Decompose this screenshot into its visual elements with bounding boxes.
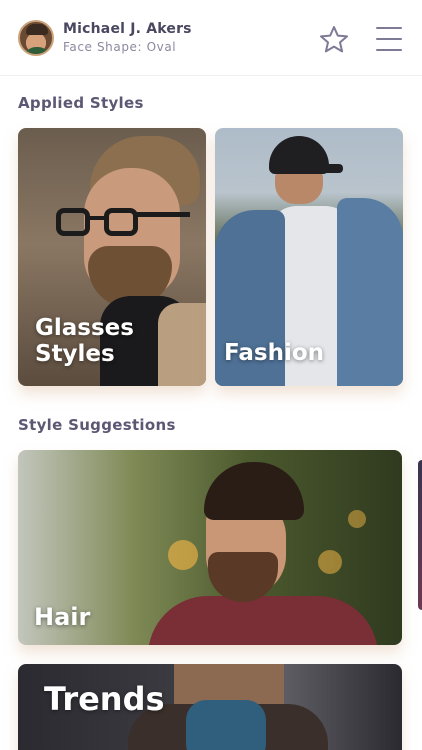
favorite-button[interactable] <box>318 24 350 56</box>
trends-label: Trends <box>44 680 165 718</box>
photo-bokeh <box>168 540 198 570</box>
trends-suggestion-card[interactable]: Trends <box>18 664 402 750</box>
glasses-arm <box>136 212 190 217</box>
fashion-label: Fashion <box>224 340 325 366</box>
hamburger-menu-icon <box>376 38 402 40</box>
photo-bokeh <box>348 510 366 528</box>
photo-cap-brim <box>311 164 343 173</box>
photo-bokeh <box>318 550 342 574</box>
glasses-bridge <box>88 216 106 220</box>
glasses-lens <box>56 208 90 236</box>
photo-scarf <box>186 700 266 750</box>
photo-jacket-right <box>337 198 403 386</box>
user-avatar[interactable] <box>18 19 54 56</box>
user-info: Michael J. Akers Face Shape: Oval <box>63 21 192 54</box>
fashion-card[interactable]: Fashion <box>215 128 403 386</box>
glasses-styles-label: Glasses Styles <box>35 315 134 368</box>
star-outline-icon <box>320 26 348 53</box>
photo-beard <box>208 552 278 602</box>
glasses-label-line1: Glasses <box>35 315 134 341</box>
app-header: Michael J. Akers Face Shape: Oval <box>0 0 422 76</box>
next-card-peek[interactable] <box>418 460 422 610</box>
glasses-styles-card[interactable]: Glasses Styles <box>18 128 206 386</box>
menu-button[interactable] <box>374 24 404 54</box>
applied-styles-title: Applied Styles <box>18 94 144 112</box>
photo-shirt <box>148 596 378 645</box>
hair-label: Hair <box>34 603 91 631</box>
style-suggestions-title: Style Suggestions <box>18 416 176 434</box>
avatar-shirt <box>23 46 51 54</box>
glasses-lens <box>104 208 138 236</box>
user-name: Michael J. Akers <box>63 21 192 37</box>
face-shape-text: Face Shape: Oval <box>63 40 177 54</box>
hamburger-menu-icon <box>376 49 402 51</box>
photo-coat <box>158 303 206 386</box>
avatar-hair <box>26 23 48 35</box>
hair-suggestion-card[interactable]: Hair <box>18 450 402 645</box>
hamburger-menu-icon <box>376 27 402 29</box>
photo-hair <box>204 462 304 520</box>
glasses-label-line2: Styles <box>35 340 115 367</box>
